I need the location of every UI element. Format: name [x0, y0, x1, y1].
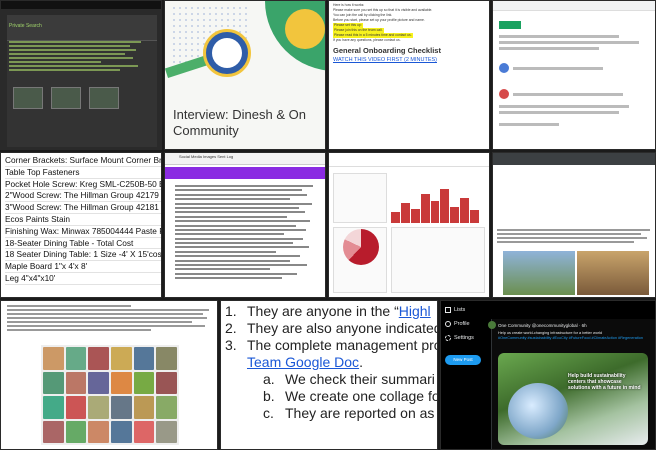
clock-face [212, 38, 242, 68]
purple-banner [165, 167, 325, 179]
list-item: 1. They are anyone in the “Highl [225, 303, 431, 319]
page-body-text [9, 41, 141, 73]
list-item: Table Top Fasteners [5, 167, 161, 179]
status-badge [499, 21, 521, 29]
sidebar-item-profile[interactable]: Profile [445, 321, 470, 327]
page-title: Private Search [9, 23, 42, 29]
list-icon [445, 307, 451, 313]
post-author[interactable]: One Community @onecommunityglobal · 6h [498, 323, 587, 328]
dome-image [508, 383, 568, 439]
list-item: 3. The complete management pro [225, 337, 438, 353]
bar-chart [391, 187, 480, 223]
thumbnail-image [13, 87, 43, 109]
numbered-list: 1. They are anyone in the “Highl 2. They a… [225, 303, 438, 422]
materials-list-tile[interactable]: Corner Brackets: Surface Mount Corner Br… [0, 152, 162, 298]
post-image[interactable]: Help build sustainability centers that s… [498, 353, 648, 445]
photo-row [503, 251, 649, 295]
highlights-link[interactable]: Highl [399, 303, 431, 319]
video-link[interactable]: WATCH THIS VIDEO FIRST (2 MINUTES) [333, 56, 487, 64]
email-tile[interactable] [492, 0, 656, 150]
thumbnail-image [51, 87, 81, 109]
screenshot-collage: Private Search Interview: Dinesh & On Co… [0, 0, 656, 450]
new-post-button[interactable]: New Post [445, 355, 481, 365]
document-body [175, 185, 319, 282]
pie-chart [343, 229, 379, 265]
browser-bar [1, 1, 161, 9]
materials-list: Corner Brackets: Surface Mount Corner Br… [5, 155, 161, 285]
list-item: Leg 4"x4"x10' [5, 273, 161, 285]
avatar [488, 321, 496, 329]
dashboard-tile[interactable] [328, 152, 490, 298]
list-item: 18 Seater Dining Table: 1 Size -4' X 15'… [5, 249, 161, 262]
email-line [499, 123, 559, 126]
interview-graphic-tile[interactable]: Interview: Dinesh & On Community [164, 0, 326, 150]
post: One Community @onecommunityglobal · 6h H… [488, 319, 655, 449]
list-item: 18-Seater Dining Table - Total Cost [5, 238, 161, 250]
thumbnail-image [89, 87, 119, 109]
table-panel [391, 227, 485, 293]
onboarding-doc-tile[interactable]: Here is how it works: Please make sure y… [328, 0, 490, 150]
sidebar-item-lists[interactable]: Lists [445, 307, 465, 313]
article-tile[interactable] [492, 152, 656, 298]
photo [503, 251, 575, 295]
section-heading: General Onboarding Checklist [333, 46, 441, 55]
doc-line: If you have any questions, please contac… [333, 38, 401, 42]
site-nav [493, 153, 655, 165]
numbered-list-tile[interactable]: 1. They are anyone in the “Highl 2. They a… [220, 300, 438, 450]
website-screenshot-tile[interactable]: Private Search [0, 0, 162, 150]
doc-body [7, 303, 213, 333]
webpage [7, 15, 157, 147]
sub-list-item: b. We create one collage fo [263, 388, 438, 404]
dashboard-header [329, 153, 489, 167]
sidebar-item-settings[interactable]: Settings [445, 335, 474, 341]
profile-icon [445, 321, 451, 327]
email-line [513, 67, 603, 70]
list-item: Ecos Paints Stain [5, 214, 161, 226]
list-item: 3"Wood Screw: The Hillman Group 42181 [5, 202, 161, 214]
email-line [499, 35, 619, 38]
post-text: Help us create world-changing infrastruc… [498, 331, 648, 341]
photo-collage [41, 345, 179, 445]
document-title: Social Media Images Sent Log [179, 154, 234, 159]
interview-heading: Interview: Dinesh & On Community [173, 107, 306, 138]
sub-list-item: a. We check their summari [263, 371, 435, 387]
yellow-circle [285, 9, 325, 49]
list-item: Corner Brackets: Surface Mount Corner Br… [5, 155, 161, 167]
team-doc-link[interactable]: Team Google Doc [247, 354, 359, 370]
clock-icon [203, 29, 251, 77]
list-item: Pocket Hole Screw: Kreg SML-C250B-50 B [5, 179, 161, 191]
article-text [497, 227, 653, 245]
email-toolbar [493, 1, 655, 11]
email-line [513, 93, 623, 96]
avatar [499, 89, 509, 99]
email-line [499, 47, 599, 50]
collage-doc-tile[interactable] [0, 300, 218, 450]
social-feed-tile[interactable]: Lists Profile Settings New Post One Comm… [440, 300, 656, 450]
email-line [499, 105, 629, 108]
list-item: Team Google Doc. [247, 354, 363, 370]
photo [577, 251, 649, 295]
list-item: Finishing Wax: Minwax 785004444 Paste F [5, 226, 161, 238]
list-item: 2. They are also anyone indicated [225, 320, 438, 336]
list-item: Maple Board 1"x 4'x 8' [5, 261, 161, 273]
sidebar: Lists Profile Settings New Post [441, 301, 489, 449]
image-caption: Help build sustainability centers that s… [568, 373, 641, 391]
sub-list-item: c. They are reported on as [263, 405, 435, 421]
email-line [499, 111, 619, 114]
list-item: 2"Wood Screw: The Hillman Group 42179 [5, 190, 161, 203]
gear-icon [445, 335, 451, 341]
doc-editor-tile[interactable]: Social Media Images Sent Log [164, 152, 326, 298]
email-line [499, 41, 639, 44]
document-body: Here is how it works: Please make sure y… [333, 3, 487, 64]
post-hashtags[interactable]: #OneCommunity #sustainability #EcoCity #… [498, 336, 648, 341]
avatar [499, 63, 509, 73]
table-panel [333, 173, 387, 223]
